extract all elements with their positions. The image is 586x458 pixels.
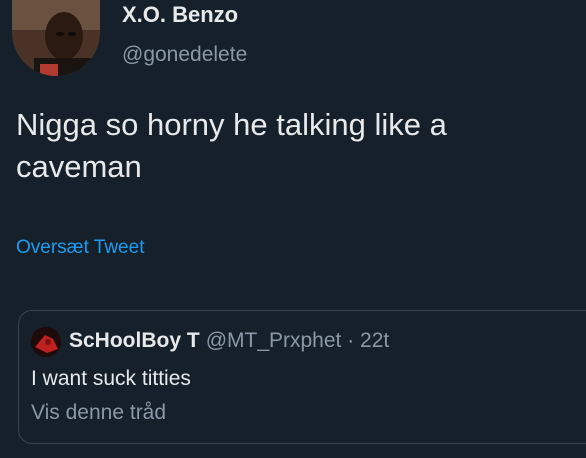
author-display-name[interactable]: X.O. Benzo	[122, 2, 238, 28]
tweet-text: Nigga so horny he talking like a caveman	[16, 107, 447, 184]
tweet-card: X.O. Benzo @gonedelete Nigga so horny he…	[0, 0, 586, 458]
author-avatar[interactable]	[12, 0, 100, 76]
quoted-tweet-card[interactable]: ScHoolBoy T @MT_Prxphet · 22t I want suck…	[18, 310, 586, 444]
author-handle[interactable]: @gonedelete	[122, 43, 247, 67]
translate-tweet-link[interactable]: Oversæt Tweet	[16, 237, 144, 259]
quoted-tweet-text: I want suck titties	[31, 367, 191, 390]
show-thread-link[interactable]: Vis denne tråd	[31, 401, 166, 425]
quoted-author-name[interactable]: ScHoolBoy T	[69, 329, 200, 352]
quoted-tweet-header: ScHoolBoy T @MT_Prxphet · 22t	[69, 328, 389, 354]
quoted-author-meta: @MT_Prxphet · 22t	[205, 329, 390, 352]
quoted-author-avatar[interactable]	[31, 327, 61, 357]
